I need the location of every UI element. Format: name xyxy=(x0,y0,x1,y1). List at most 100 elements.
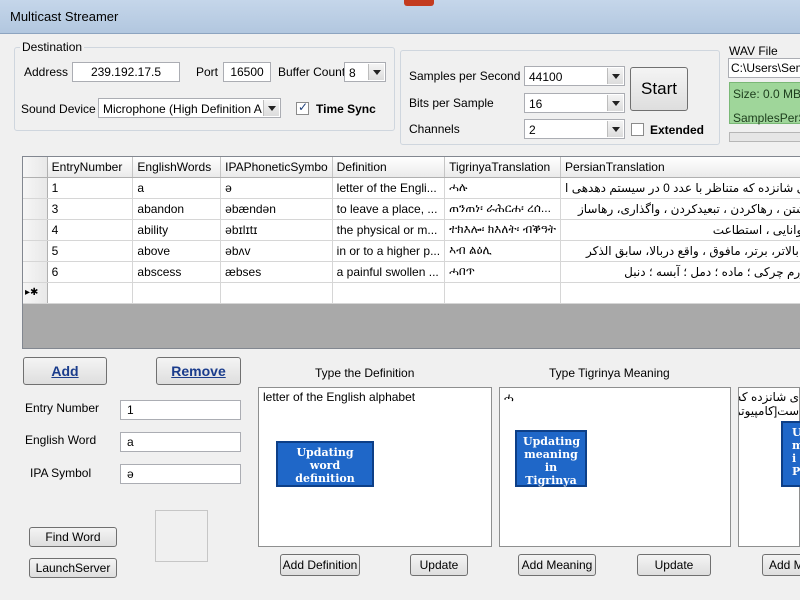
port-field[interactable]: 16500 xyxy=(223,62,271,82)
table-cell[interactable]: the physical or m... xyxy=(332,219,446,241)
table-cell[interactable] xyxy=(220,282,333,304)
table-cell[interactable]: ی شانزده که متناظر با عدد 0 در سیستم دهد… xyxy=(560,177,800,199)
table-cell[interactable]: 3 xyxy=(47,198,134,220)
wav-path-field[interactable]: C:\Users\Semi xyxy=(728,58,800,78)
column-header[interactable]: TigrinyaTranslation xyxy=(444,157,562,178)
english-word-field[interactable]: a xyxy=(120,432,241,452)
add-meaning-button[interactable]: Add Meaning xyxy=(518,554,596,576)
tigrinya-callout: Updating meaning in Tigrinya xyxy=(515,430,587,487)
channels-select[interactable]: 2 xyxy=(524,119,625,139)
remove-button[interactable]: Remove xyxy=(156,357,241,385)
table-cell[interactable] xyxy=(332,282,446,304)
table-row[interactable]: 6 abscess æbses a painful swollen ... ሓበ… xyxy=(23,261,800,283)
start-button[interactable]: Start xyxy=(630,67,688,111)
table-cell[interactable]: 6 xyxy=(47,261,134,283)
table-cell[interactable]: ability xyxy=(132,219,222,241)
add-persian-meaning-button[interactable]: Add M xyxy=(762,554,800,576)
column-header[interactable]: EntryNumber xyxy=(47,157,134,178)
definition-heading: Type the Definition xyxy=(315,366,415,380)
sound-device-select[interactable]: Microphone (High Definition Aud xyxy=(98,98,281,118)
time-sync-checkbox[interactable] xyxy=(296,100,309,115)
ipa-symbol-label: IPA Symbol xyxy=(30,466,92,480)
tigrinya-heading: Type Tigrinya Meaning xyxy=(549,366,670,380)
address-field[interactable]: 239.192.17.5 xyxy=(72,62,180,82)
table-row[interactable]: 1 a ə letter of the Engli... ሓሉ ی شانزده… xyxy=(23,177,800,199)
window-title: Multicast Streamer xyxy=(10,9,119,24)
table-row[interactable]: 3 abandon əbændən to leave a place, ... … xyxy=(23,198,800,220)
chevron-down-icon[interactable] xyxy=(368,64,384,80)
table-cell[interactable]: æbses xyxy=(220,261,333,283)
table-cell[interactable]: 4 xyxy=(47,219,134,241)
time-sync-label: Time Sync xyxy=(316,102,376,116)
table-cell[interactable]: ، بالاتر، برتر، مافوق ، واقع دربالا، ساب… xyxy=(560,240,800,262)
column-header[interactable]: EnglishWords xyxy=(132,157,222,178)
table-cell[interactable]: to leave a place, ... xyxy=(332,198,446,220)
table-header-row: EntryNumber EnglishWords IPAPhoneticSymb… xyxy=(23,157,800,178)
table-cell[interactable]: ə xyxy=(220,177,333,199)
table-cell[interactable]: ኣብ ልዕሊ xyxy=(444,240,562,262)
english-word-label: English Word xyxy=(25,433,97,447)
table-cell[interactable]: 1 xyxy=(47,177,134,199)
table-cell[interactable] xyxy=(560,282,800,304)
table-cell[interactable]: ሓበጥ xyxy=(444,261,562,283)
new-row-marker[interactable]: ▸✱ xyxy=(23,282,48,304)
table-row[interactable]: 4 ability əbɪlɪtɪ the physical or m... ተ… xyxy=(23,219,800,241)
table-cell[interactable]: a xyxy=(132,177,222,199)
table-cell[interactable]: ورم چرکی ؛ ماده ؛ دمل ؛ آبسه ؛ دنبل xyxy=(560,261,800,283)
chevron-down-icon[interactable] xyxy=(607,95,623,111)
table-cell[interactable]: 5 xyxy=(47,240,134,262)
table-cell[interactable]: شتن ، رهاکردن ، تبعیدکردن ، واگذاری، رها… xyxy=(560,198,800,220)
entry-number-field[interactable]: 1 xyxy=(120,400,241,420)
definition-callout: Updating word definition xyxy=(276,441,374,487)
table-cell[interactable]: ተክእሎ፡ ክእለት፡ ብቕዓት xyxy=(444,219,562,241)
wav-size-text: Size: 0.0 MB xyxy=(733,87,800,101)
table-cell[interactable]: above xyxy=(132,240,222,262)
row-header[interactable] xyxy=(23,177,48,199)
chevron-down-icon[interactable] xyxy=(263,100,279,116)
column-header[interactable]: IPAPhoneticSymbo xyxy=(220,157,333,178)
chevron-down-icon[interactable] xyxy=(607,121,623,137)
extended-checkbox[interactable] xyxy=(631,123,644,136)
add-button[interactable]: Add xyxy=(23,357,107,385)
table-row[interactable]: 5 above əbʌv in or to a higher p... ኣብ ል… xyxy=(23,240,800,262)
table-cell[interactable]: əbændən xyxy=(220,198,333,220)
dictionary-grid[interactable]: EntryNumber EnglishWords IPAPhoneticSymb… xyxy=(22,156,800,349)
update-meaning-button[interactable]: Update xyxy=(637,554,711,576)
row-header[interactable] xyxy=(23,219,48,241)
table-cell[interactable]: in or to a higher p... xyxy=(332,240,446,262)
close-button[interactable] xyxy=(404,0,434,6)
table-cell[interactable]: əbɪlɪtɪ xyxy=(220,219,333,241)
table-cell[interactable]: ሓሉ xyxy=(444,177,562,199)
row-header[interactable] xyxy=(23,240,48,262)
table-cell[interactable] xyxy=(132,282,222,304)
table-cell[interactable]: əbʌv xyxy=(220,240,333,262)
table-cell[interactable] xyxy=(444,282,562,304)
table-cell[interactable]: abscess xyxy=(132,261,222,283)
row-header[interactable] xyxy=(23,261,48,283)
row-header-corner xyxy=(23,157,48,178)
table-cell[interactable]: a painful swollen ... xyxy=(332,261,446,283)
launch-server-button[interactable]: LaunchServer xyxy=(29,558,117,578)
table-cell[interactable]: ጠንጠነ፡ ራሕርሐ፡ ረሰ... xyxy=(444,198,562,220)
wav-samples-text: SamplesPerSe xyxy=(733,111,800,125)
window-titlebar: Multicast Streamer xyxy=(0,0,800,34)
table-cell[interactable] xyxy=(47,282,134,304)
ipa-symbol-field[interactable]: ə xyxy=(120,464,241,484)
table-cell[interactable]: abandon xyxy=(132,198,222,220)
add-definition-button[interactable]: Add Definition xyxy=(280,554,360,576)
persian-callout: U m i P xyxy=(781,421,800,487)
table-cell[interactable]: letter of the Engli... xyxy=(332,177,446,199)
samples-per-second-select[interactable]: 44100 xyxy=(524,66,625,86)
column-header[interactable]: Definition xyxy=(332,157,446,178)
sound-device-label: Sound Device xyxy=(21,102,96,116)
row-header[interactable] xyxy=(23,198,48,220)
bits-per-sample-select[interactable]: 16 xyxy=(524,93,625,113)
wav-file-label: WAV File xyxy=(729,44,778,58)
table-cell[interactable]: توانایی ، استطاعت xyxy=(560,219,800,241)
table-new-row[interactable]: ▸✱ xyxy=(23,282,800,304)
column-header[interactable]: PersianTranslation xyxy=(560,157,800,178)
find-word-button[interactable]: Find Word xyxy=(29,527,117,547)
chevron-down-icon[interactable] xyxy=(607,68,623,84)
buffer-count-select[interactable]: 8 xyxy=(344,62,386,82)
update-definition-button[interactable]: Update xyxy=(410,554,468,576)
